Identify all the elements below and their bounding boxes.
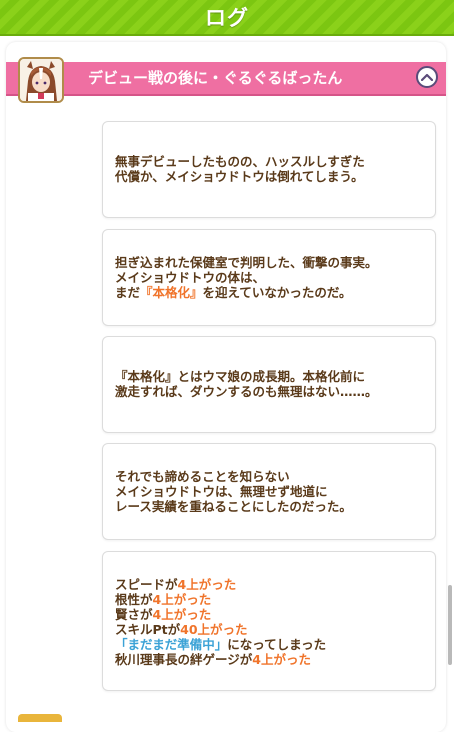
character-portrait (20, 59, 62, 101)
result-text: スピードが4上がった 根性が4上がった 賢さが4上がった スキルPtが40上がっ… (115, 577, 327, 667)
next-chapter-tab (18, 714, 62, 722)
story-text: 無事デビューしたものの、ハッスルしすぎた 代償か、メイショウドトウは倒れてしまう… (115, 154, 365, 184)
result-card: スピードが4上がった 根性が4上がった 賢さが4上がった スキルPtが40上がっ… (102, 551, 436, 691)
story-card: 担ぎ込まれた保健室で判明した、衝撃の事実。 メイショウドトウの体は、 まだ『本格… (102, 229, 436, 326)
scrollbar[interactable] (448, 585, 452, 665)
story-card: 無事デビューしたものの、ハッスルしすぎた 代償か、メイショウドトウは倒れてしまう… (102, 121, 436, 218)
header-bar: ログ (0, 0, 454, 36)
highlight-term: 『本格化』 (140, 285, 203, 300)
story-text: それでも諦めることを知らない メイショウドトウは、無理せず地道に レース実績を重… (115, 469, 352, 514)
chapter-header[interactable]: デビュー戦の後に・ぐるぐるばったん (6, 62, 446, 96)
collapse-button[interactable] (416, 66, 438, 88)
story-text: 『本格化』とはウマ娘の成長期。本格化前に 激走すれば、ダウンするのも無理はない…… (115, 369, 378, 399)
page-title: ログ (205, 6, 249, 30)
story-card: それでも諦めることを知らない メイショウドトウは、無理せず地道に レース実績を重… (102, 443, 436, 540)
story-text: 担ぎ込まれた保健室で判明した、衝撃の事実。 メイショウドトウの体は、 まだ『本格… (115, 255, 378, 300)
chevron-up-icon (421, 73, 433, 81)
condition-name: 「まだまだ準備中」 (115, 637, 228, 652)
character-avatar (18, 57, 64, 103)
chapter-title: デビュー戦の後に・ぐるぐるばったん (88, 69, 343, 87)
story-card: 『本格化』とはウマ娘の成長期。本格化前に 激走すれば、ダウンするのも無理はない…… (102, 336, 436, 433)
